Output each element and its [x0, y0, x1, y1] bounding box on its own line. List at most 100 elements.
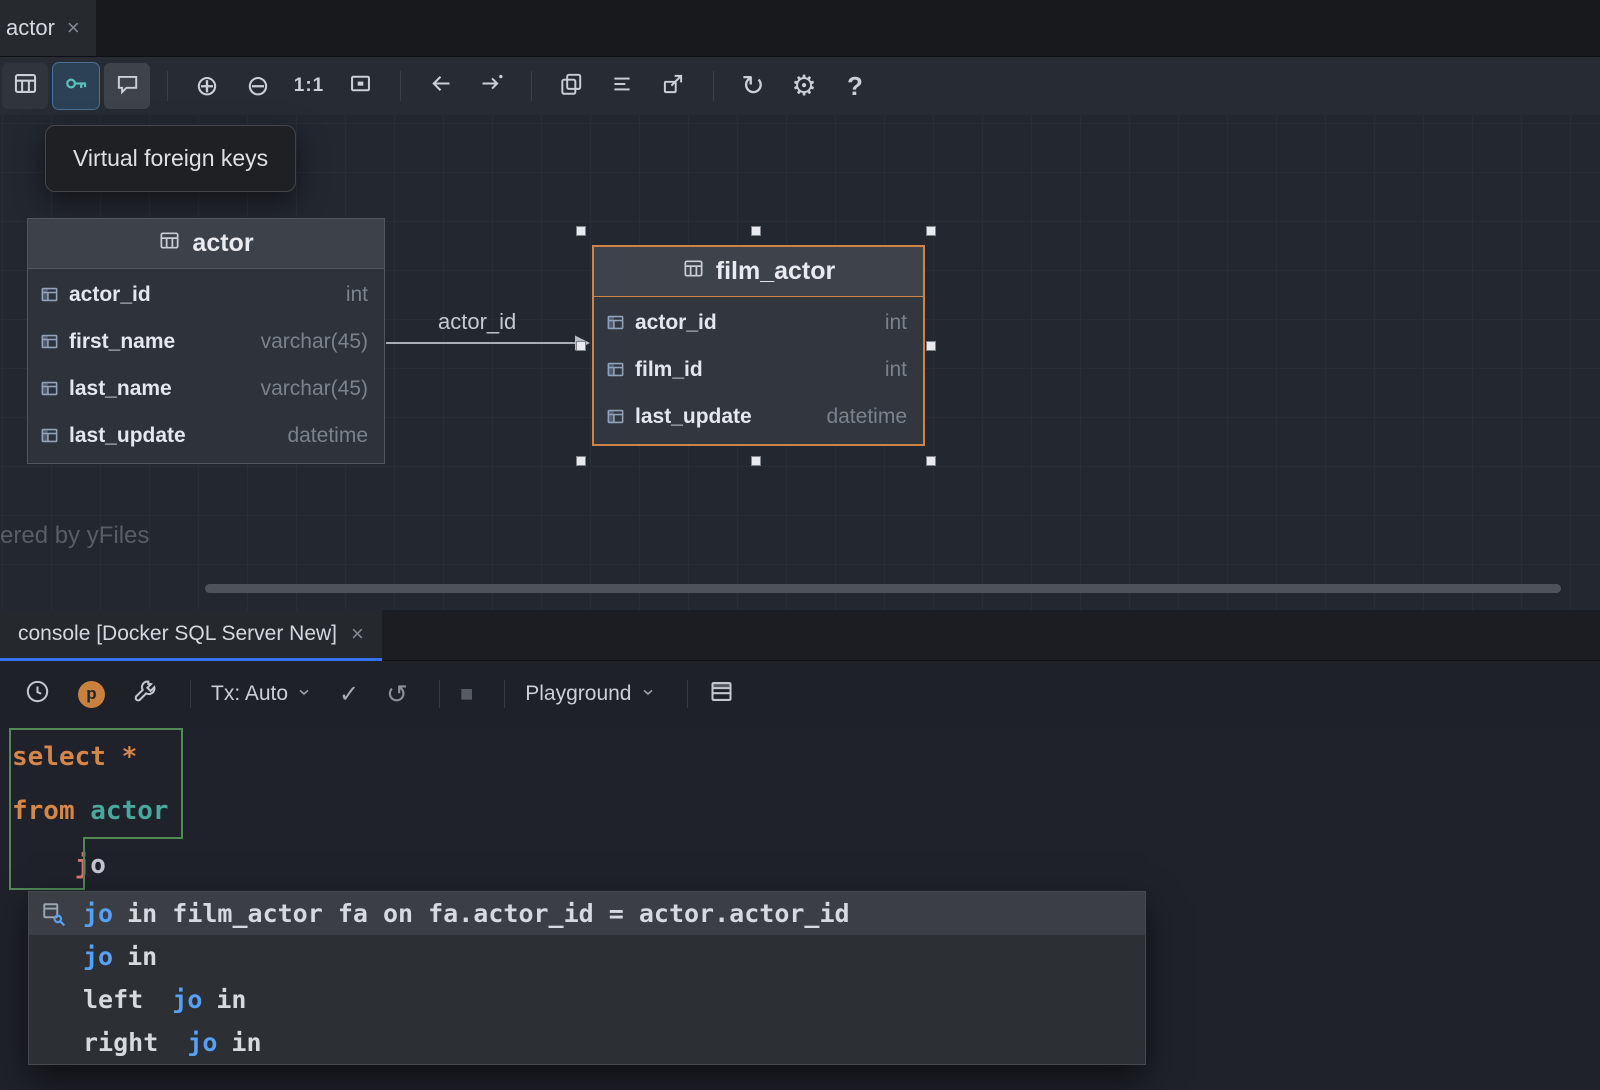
- table-column-row[interactable]: actor_idint: [28, 271, 384, 318]
- table-column-row[interactable]: first_name varchar(45): [28, 318, 384, 365]
- code-line[interactable]: jo: [0, 838, 1600, 892]
- edge-label: actor_id: [438, 309, 516, 335]
- diagram-canvas[interactable]: actor_id Virtual foreign keys actor acto…: [0, 115, 1600, 610]
- fit-content-button[interactable]: [337, 63, 383, 109]
- toolbar-separator: [531, 71, 532, 101]
- chevron-down-icon: [640, 682, 656, 706]
- tx-mode-dropdown[interactable]: Tx: Auto: [211, 682, 312, 706]
- gear-icon: ⚙: [791, 72, 816, 100]
- column-type: datetime: [287, 424, 368, 448]
- column-type: int: [885, 311, 907, 335]
- close-icon[interactable]: ×: [67, 15, 80, 41]
- horizontal-scrollbar[interactable]: [205, 584, 1561, 593]
- in-editor-results-button[interactable]: [708, 678, 735, 710]
- toolbar-separator: [504, 680, 505, 708]
- sql-editor[interactable]: select *from actor jo join film_actor fa…: [0, 727, 1600, 1090]
- table-column-row[interactable]: actor_id int: [594, 299, 923, 346]
- column-icon: [40, 285, 59, 304]
- console-settings-button[interactable]: [132, 678, 159, 710]
- close-icon[interactable]: ×: [351, 621, 364, 647]
- console-toolbar: p Tx: Auto ✓ ↺ ■ Playground: [0, 661, 1600, 727]
- zoom-out-icon: ⊖: [246, 72, 269, 100]
- show-edge-labels-button[interactable]: [468, 63, 514, 109]
- tab-actor-diagram[interactable]: actor ×: [0, 0, 96, 56]
- completion-item[interactable]: join: [29, 935, 1145, 978]
- code-area[interactable]: select *from actor jo: [0, 727, 1600, 892]
- refresh-icon: ↻: [741, 72, 764, 100]
- selection-handle[interactable]: [751, 456, 761, 466]
- export-diagram-button[interactable]: [650, 63, 696, 109]
- join-clause-icon: [41, 901, 69, 927]
- settings-button[interactable]: ⚙: [781, 63, 827, 109]
- rollback-button[interactable]: ↺: [386, 679, 408, 710]
- toolbar-separator: [439, 680, 440, 708]
- table-column-row[interactable]: last_updatedatetime: [28, 412, 384, 459]
- toolbar-separator: [687, 680, 688, 708]
- column-name: actor_id: [635, 311, 717, 335]
- completion-item[interactable]: join film_actor fa on fa.actor_id = acto…: [29, 892, 1145, 935]
- yfiles-watermark: ered by yFiles: [0, 522, 149, 550]
- completion-popup: join film_actor fa on fa.actor_id = acto…: [28, 891, 1146, 1065]
- completion-item[interactable]: right join: [29, 1021, 1145, 1064]
- table-node-actor[interactable]: actor actor_idintfirst_namevarchar(45)la…: [27, 218, 385, 464]
- selection-handle[interactable]: [751, 226, 761, 236]
- schema-dropdown[interactable]: Playground: [525, 682, 655, 706]
- help-button[interactable]: ?: [832, 63, 878, 109]
- completion-list: join film_actor fa on fa.actor_id = acto…: [29, 892, 1145, 1064]
- zoom-in-button[interactable]: ⊕: [184, 63, 230, 109]
- column-icon: [606, 360, 625, 379]
- actual-size-label: 1:1: [294, 75, 324, 97]
- wrench-icon: [132, 678, 159, 710]
- table-column-row[interactable]: last_updatedatetime: [594, 393, 923, 440]
- selection-handle[interactable]: [926, 341, 936, 351]
- column-type: varchar(45): [261, 377, 368, 401]
- commit-button[interactable]: ✓: [339, 680, 359, 709]
- key-icon: [63, 70, 90, 102]
- table-grid-icon: [12, 70, 39, 102]
- column-type: int: [346, 283, 368, 307]
- stop-button[interactable]: ■: [460, 681, 473, 707]
- row-order-button[interactable]: [599, 63, 645, 109]
- table-columns: actor_id int film_idintlast_updatedatetime: [594, 297, 923, 444]
- export-icon: [660, 71, 686, 102]
- arrow-right-dot-icon: [478, 70, 505, 102]
- table-icon: [682, 257, 705, 287]
- virtual-foreign-keys-button[interactable]: [53, 63, 99, 109]
- table-column-row[interactable]: film_idint: [594, 346, 923, 393]
- zoom-out-button[interactable]: ⊖: [235, 63, 281, 109]
- code-line[interactable]: from actor: [0, 784, 1600, 838]
- copy-diagram-button[interactable]: [548, 63, 594, 109]
- table-column-row[interactable]: last_namevarchar(45): [28, 365, 384, 412]
- show-comments-button[interactable]: [104, 63, 150, 109]
- table-node-film-actor[interactable]: film_actor actor_id int film_idintlast_upd…: [592, 245, 925, 446]
- tab-console[interactable]: console [Docker SQL Server New] ×: [0, 610, 382, 661]
- column-type: varchar(45): [261, 330, 368, 354]
- selection-handle[interactable]: [926, 456, 936, 466]
- column-icon: [606, 407, 625, 426]
- tab-label: console [Docker SQL Server New]: [18, 622, 337, 646]
- history-button[interactable]: [24, 678, 51, 710]
- table-header[interactable]: film_actor: [594, 247, 923, 297]
- tooltip-virtual-foreign-keys: Virtual foreign keys: [45, 125, 296, 192]
- show-columns-button[interactable]: [2, 63, 48, 109]
- stop-icon: ■: [460, 681, 473, 707]
- completion-item[interactable]: left join: [29, 978, 1145, 1021]
- code-line[interactable]: select *: [0, 730, 1600, 784]
- selection-handle[interactable]: [576, 341, 586, 351]
- profile-icon: p: [78, 681, 105, 708]
- profile-button[interactable]: p: [78, 681, 105, 708]
- actual-size-button[interactable]: 1:1: [286, 63, 332, 109]
- layout-direction-button[interactable]: [417, 63, 463, 109]
- column-name: first_name: [69, 330, 175, 354]
- toolbar-separator: [713, 71, 714, 101]
- console-tabstrip: console [Docker SQL Server New] ×: [0, 610, 1600, 661]
- table-header[interactable]: actor: [28, 219, 384, 269]
- table-columns: actor_idintfirst_namevarchar(45)last_nam…: [28, 269, 384, 463]
- selection-frame: film_actor actor_id int film_idintlast_upd…: [576, 226, 936, 466]
- selection-handle[interactable]: [926, 226, 936, 236]
- selection-handle[interactable]: [576, 456, 586, 466]
- comment-icon: [114, 71, 140, 102]
- selection-handle[interactable]: [576, 226, 586, 236]
- refresh-button[interactable]: ↻: [730, 63, 776, 109]
- column-icon: [606, 313, 625, 332]
